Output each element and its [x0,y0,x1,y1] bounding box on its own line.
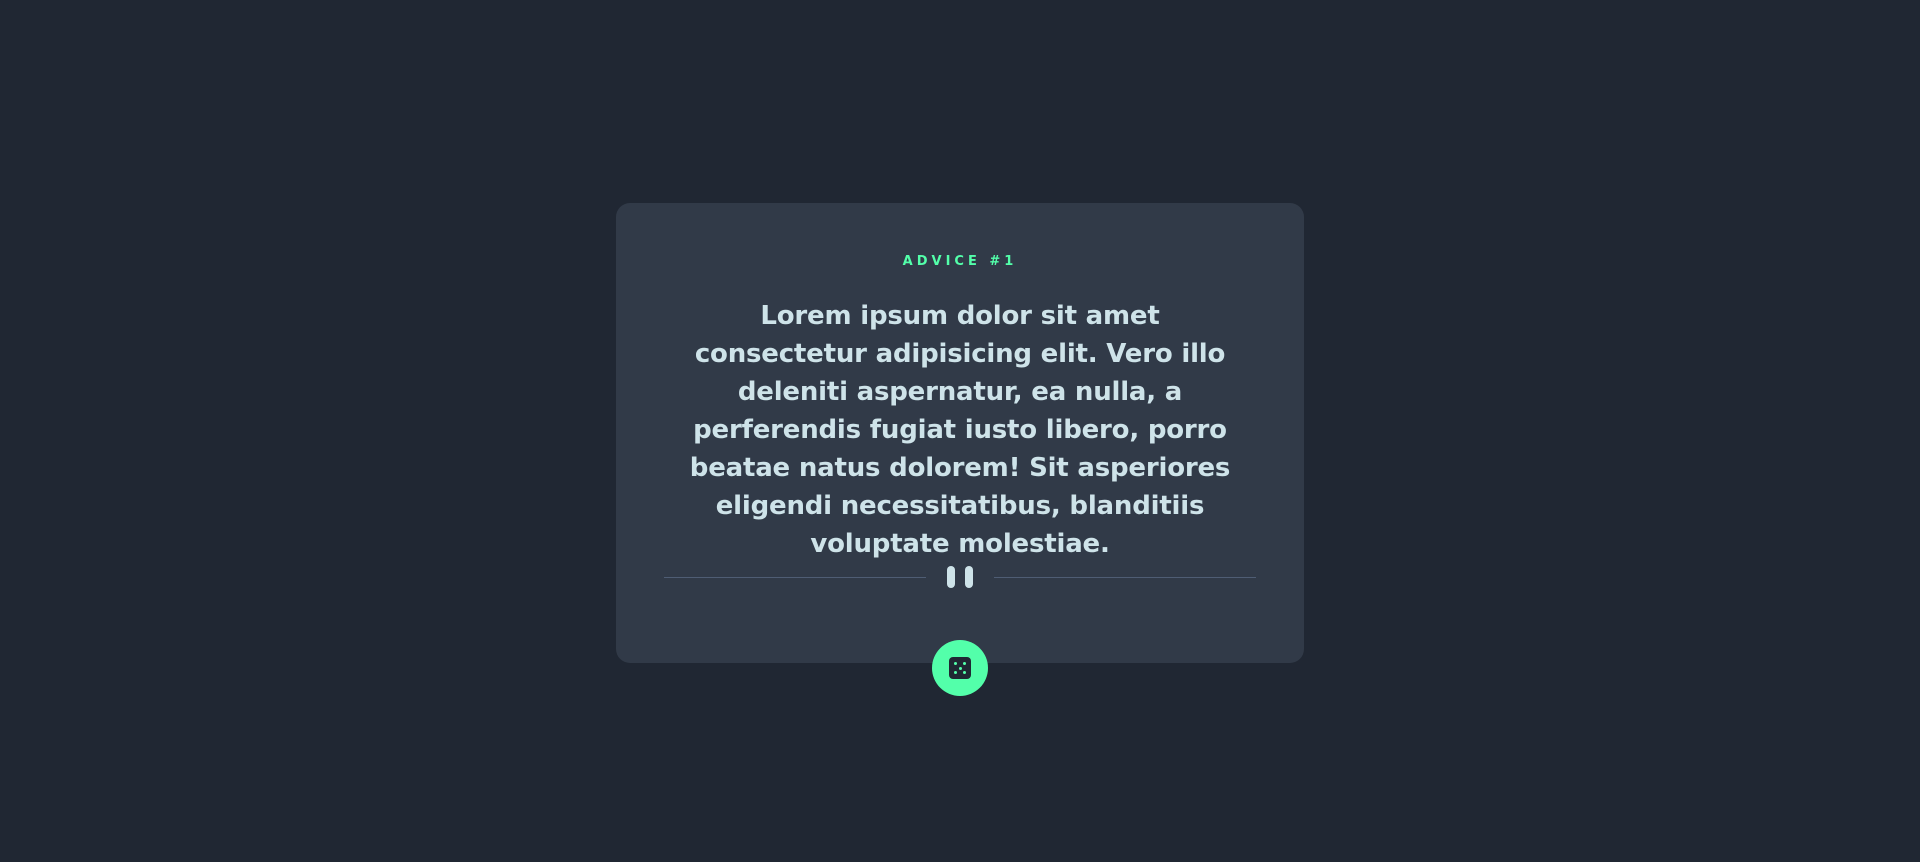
advice-card: ADVICE #1 Lorem ipsum dolor sit amet con… [616,203,1304,663]
dice-pip [963,662,966,665]
page: ADVICE #1 Lorem ipsum dolor sit amet con… [0,0,1920,862]
dice-pip [954,662,957,665]
pause-bar-left [947,566,955,588]
divider [664,565,1256,589]
advice-quote: Lorem ipsum dolor sit amet consectetur a… [689,301,1231,559]
new-advice-button[interactable] [932,640,988,696]
pause-icon [938,566,982,588]
advice-number: ADVICE #1 [902,254,1018,269]
divider-line-left [664,576,926,578]
dice-pip [963,671,966,674]
dice-icon [949,657,971,679]
divider-line-right [994,576,1256,578]
dice-pip [958,666,962,670]
pause-bar-right [965,566,973,588]
dice-pip [954,671,957,674]
